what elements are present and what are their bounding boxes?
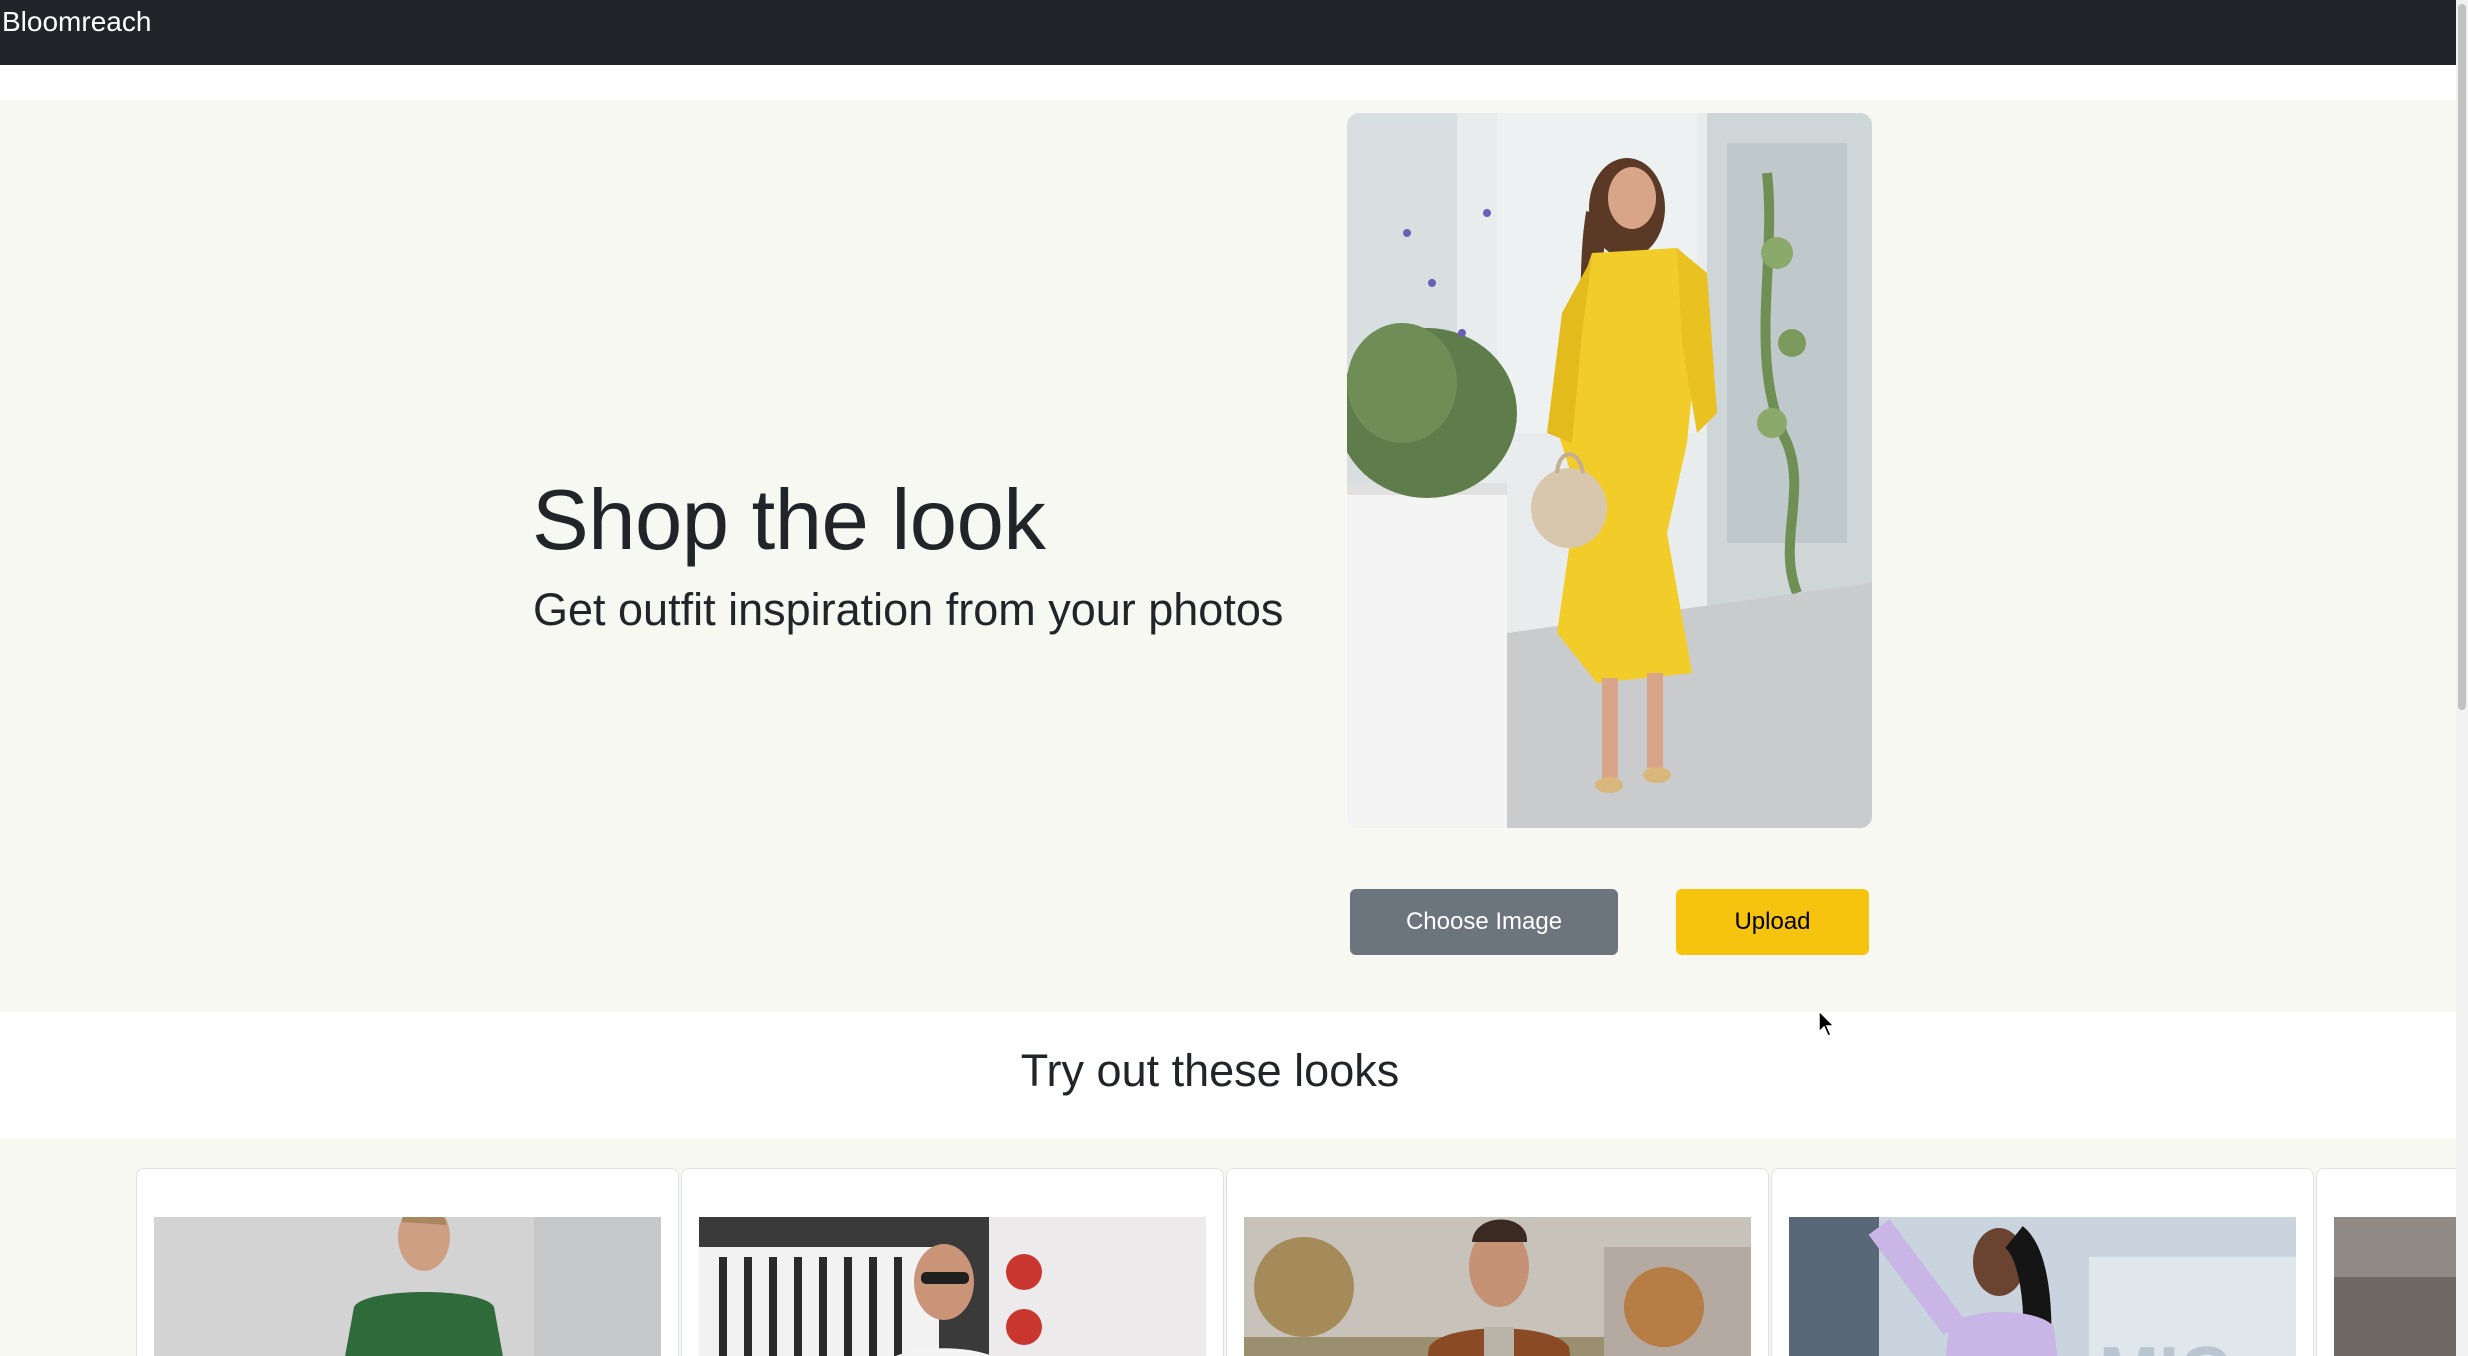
look-card[interactable] xyxy=(681,1168,1224,1356)
hero-subtitle: Get outfit inspiration from your photos xyxy=(533,584,1284,635)
upload-button[interactable]: Upload xyxy=(1676,889,1869,955)
hero-preview-image xyxy=(1347,113,1872,828)
look-card-image[interactable] xyxy=(2334,1217,2456,1356)
look-card[interactable] xyxy=(136,1168,679,1356)
hero-section: Shop the look Get outfit inspiration fro… xyxy=(0,100,2456,1012)
hero-title: Shop the look xyxy=(532,473,1046,568)
look-card-image[interactable] xyxy=(699,1217,1206,1356)
looks-carousel: MIC xyxy=(0,1138,2456,1356)
top-navbar: Bloomreach xyxy=(0,0,2456,65)
look-card[interactable] xyxy=(2316,1168,2456,1356)
choose-image-button[interactable]: Choose Image xyxy=(1350,889,1618,955)
mouse-cursor-icon xyxy=(1818,1010,1836,1037)
look-card-image[interactable]: MIC xyxy=(1789,1217,2296,1356)
looks-heading: Try out these looks xyxy=(1020,1045,1400,1096)
brand-link[interactable]: Bloomreach xyxy=(2,4,151,40)
look-card[interactable] xyxy=(1226,1168,1769,1356)
look-card-image[interactable] xyxy=(154,1217,661,1356)
look-card[interactable]: MIC xyxy=(1771,1168,2314,1356)
look-card-image[interactable] xyxy=(1244,1217,1751,1356)
svg-text:MIC: MIC xyxy=(2099,1333,2231,1356)
scrollbar-thumb[interactable] xyxy=(2458,4,2466,710)
page-scrollbar[interactable] xyxy=(2456,0,2468,1356)
